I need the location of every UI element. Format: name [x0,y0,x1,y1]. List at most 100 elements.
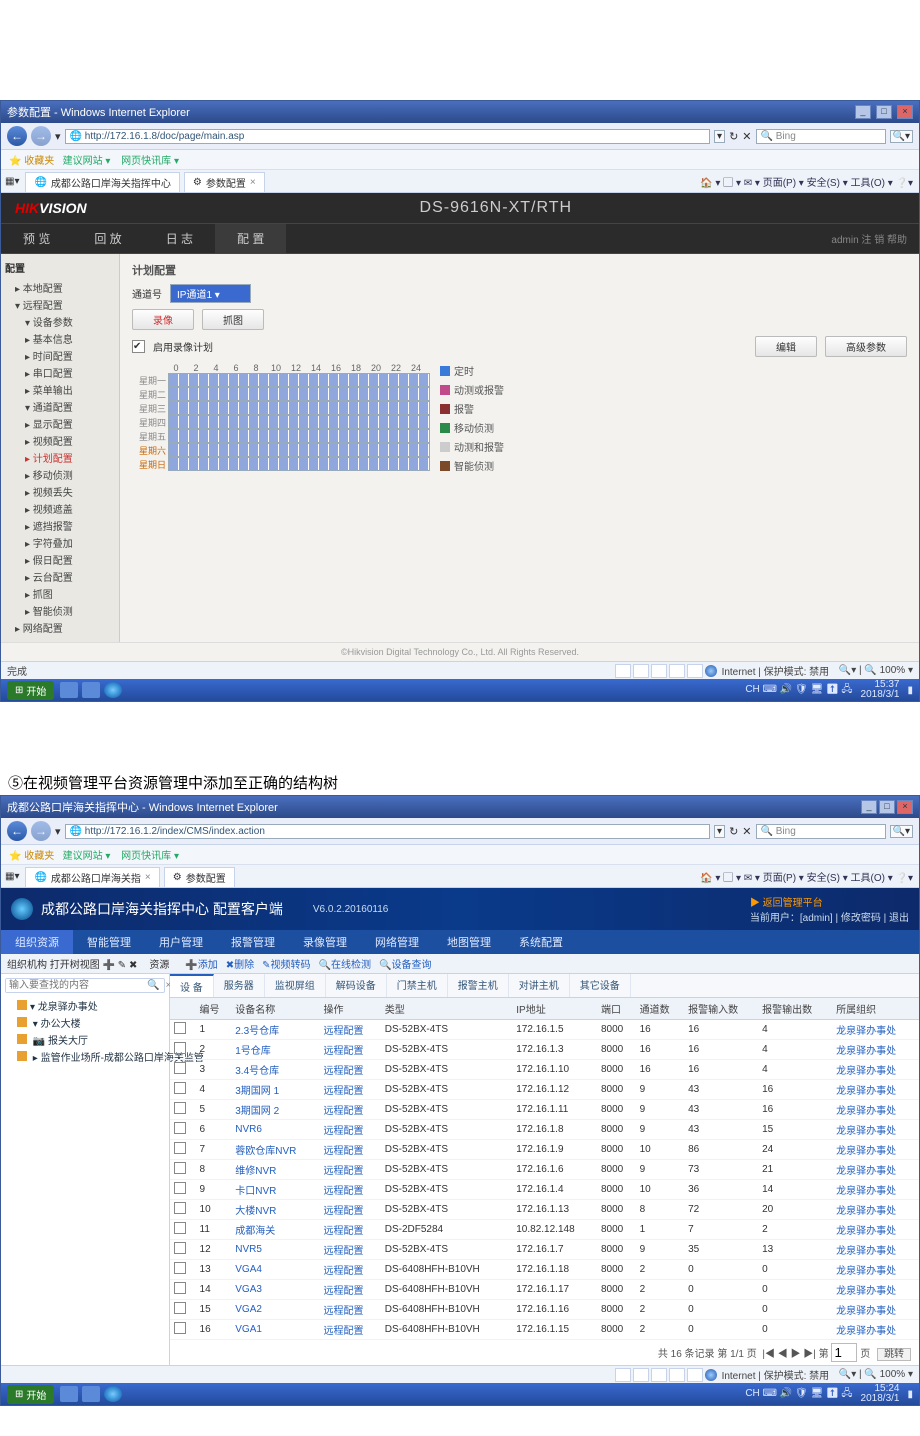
toolbar-action[interactable]: 🔍设备查询 [379,960,431,971]
nav-playback[interactable]: 回 放 [72,224,143,253]
stop-icon[interactable]: ✕ [742,130,751,143]
tree-node[interactable]: ▾ 龙泉驿办事处 [5,997,165,1014]
table-row[interactable]: 15VGA2远程配置DS-6408HFH-B10VH172.16.1.16800… [170,1300,919,1320]
edit-button[interactable]: 编辑 [755,336,817,357]
capture-tab[interactable]: 抓图 [202,309,264,330]
table-row[interactable]: 14VGA3远程配置DS-6408HFH-B10VH172.16.1.17800… [170,1280,919,1300]
table-row[interactable]: 8维修NVR远程配置DS-52BX-4TS172.16.1.6800097321… [170,1160,919,1180]
forward-button[interactable]: → [31,126,51,146]
row-checkbox[interactable] [174,1162,186,1174]
row-checkbox[interactable] [174,1122,186,1134]
row-checkbox[interactable] [174,1082,186,1094]
ql-ie[interactable] [104,682,122,698]
schedule-row[interactable]: 星期三 [132,401,430,415]
url-dropdown[interactable]: ▾ [714,130,725,143]
menu-item[interactable]: 录像管理 [289,930,361,954]
fav-link-2[interactable]: 网页快讯库 ▾ [121,156,179,167]
favorites-label[interactable]: 收藏夹 [24,156,54,167]
table-row[interactable]: 13VGA4远程配置DS-6408HFH-B10VH172.16.1.18800… [170,1260,919,1280]
toolbar-action[interactable]: ➕添加 [185,960,217,971]
min2[interactable]: _ [861,800,877,814]
row-checkbox[interactable] [174,1262,186,1274]
command-bar[interactable]: 🏠 ▾ ▢ ▾ ✉ ▾ 页面(P) ▾ 安全(S) ▾ 工具(O) ▾ ❔▾ [694,172,919,191]
search-go[interactable]: 🔍▾ [890,130,913,143]
nav-log[interactable]: 日 志 [144,224,215,253]
back-button[interactable]: ← [7,126,27,146]
toolbar-left[interactable]: 组织机构 打开树视图 ➕ ✎ ✖ [7,956,137,971]
menu-item[interactable]: 智能管理 [73,930,145,954]
sidebar-item[interactable]: ▸ 假日配置 [5,551,115,568]
sidebar-item[interactable]: ▸ 时间配置 [5,347,115,364]
refresh-icon[interactable]: ↻ [729,130,738,143]
minimize-button[interactable]: _ [855,105,871,119]
sidebar-item[interactable]: ▾ 通道配置 [5,398,115,415]
schedule-row[interactable]: 星期五 [132,429,430,443]
menu-item[interactable]: 用户管理 [145,930,217,954]
tree-search[interactable]: 🔍× [5,978,165,993]
table-row[interactable]: 16VGA1远程配置DS-6408HFH-B10VH172.16.1.15800… [170,1320,919,1340]
sidebar-item[interactable]: ▸ 串口配置 [5,364,115,381]
row-checkbox[interactable] [174,1242,186,1254]
sidebar-item[interactable]: ▸ 计划配置 [5,449,115,466]
search2[interactable]: 🔍 Bing [756,824,886,839]
channel-select[interactable]: IP通道1 ▾ [170,284,251,303]
menu-item[interactable]: 系统配置 [505,930,577,954]
subtab[interactable]: 解码设备 [326,974,387,997]
subtab[interactable]: 监视屏组 [265,974,326,997]
row-checkbox[interactable] [174,1062,186,1074]
sidebar-item[interactable]: ▸ 视频丢失 [5,483,115,500]
tree-node[interactable]: 📷 报关大厅 [5,1031,165,1048]
url-input[interactable]: 🌐 http://172.16.1.8/doc/page/main.asp [65,129,711,144]
enable-checkbox[interactable]: ✔ [132,340,145,353]
close-tab-icon[interactable]: × [250,177,256,188]
row-checkbox[interactable] [174,1282,186,1294]
row-checkbox[interactable] [174,1222,186,1234]
row-checkbox[interactable] [174,1102,186,1114]
table-row[interactable]: 11成都海关远程配置DS-2DF528410.82.12.1488000172龙… [170,1220,919,1240]
show-desktop[interactable]: ▮ [907,685,913,696]
table-row[interactable]: 9卡口NVR远程配置DS-52BX-4TS172.16.1.4800010361… [170,1180,919,1200]
sidebar-item[interactable]: ▸ 云台配置 [5,568,115,585]
row-checkbox[interactable] [174,1142,186,1154]
table-row[interactable]: 12.3号仓库远程配置DS-52BX-4TS172.16.1.580001616… [170,1020,919,1040]
sidebar-item[interactable]: ▸ 基本信息 [5,330,115,347]
start-button[interactable]: ⊞ 开始 [7,681,54,700]
row-checkbox[interactable] [174,1042,186,1054]
sidebar-item[interactable]: ▾ 远程配置 [5,296,115,313]
schedule-row[interactable]: 星期六 [132,443,430,457]
schedule-row[interactable]: 星期日 [132,457,430,471]
tree-node[interactable]: ▸ 监管作业场所-成都公路口岸海关监管 [5,1048,165,1065]
ql-1[interactable] [60,682,78,698]
fwd2[interactable]: → [31,821,51,841]
toolbar-action[interactable]: ✖删除 [226,960,254,971]
maximize-button[interactable]: □ [876,105,892,119]
refresh2[interactable]: ↻ [729,825,738,838]
close2[interactable]: × [897,800,913,814]
record-tab[interactable]: 录像 [132,309,194,330]
sidebar-item[interactable]: ▸ 视频配置 [5,432,115,449]
table-row[interactable]: 21号仓库远程配置DS-52BX-4TS172.16.1.3800016164龙… [170,1040,919,1060]
sidebar-item[interactable]: ▸ 网络配置 [5,619,115,636]
subtab[interactable]: 设 备 [170,974,214,997]
row-checkbox[interactable] [174,1302,186,1314]
page-input[interactable] [831,1343,857,1362]
table-row[interactable]: 43期国网 1远程配置DS-52BX-4TS172.16.1.128000943… [170,1080,919,1100]
table-row[interactable]: 7蓉欧仓库NVR远程配置DS-52BX-4TS172.16.1.98000108… [170,1140,919,1160]
dropdown-icon[interactable]: ▾ [55,130,61,143]
ql-2[interactable] [82,682,100,698]
sidebar-item[interactable]: ▾ 设备参数 [5,313,115,330]
browser-tab-2[interactable]: ⚙ 参数配置 × [184,172,265,192]
sidebar-item[interactable]: ▸ 本地配置 [5,279,115,296]
table-row[interactable]: 10大楼NVR远程配置DS-52BX-4TS172.16.1.138000872… [170,1200,919,1220]
subtab[interactable]: 对讲主机 [509,974,570,997]
fav-link-1[interactable]: 建议网站 ▾ [63,156,111,167]
nav-config[interactable]: 配 置 [215,224,286,253]
row-checkbox[interactable] [174,1182,186,1194]
search-input[interactable]: 🔍 Bing [756,129,886,144]
sidebar-item[interactable]: ▸ 显示配置 [5,415,115,432]
table-row[interactable]: 53期国网 2远程配置DS-52BX-4TS172.16.1.118000943… [170,1100,919,1120]
sidebar-item[interactable]: ▸ 遮挡报警 [5,517,115,534]
tab2-2[interactable]: ⚙ 参数配置 [164,867,235,887]
stop2[interactable]: ✕ [742,825,751,838]
toolbar-action[interactable]: ✎视频转码 [262,960,310,971]
